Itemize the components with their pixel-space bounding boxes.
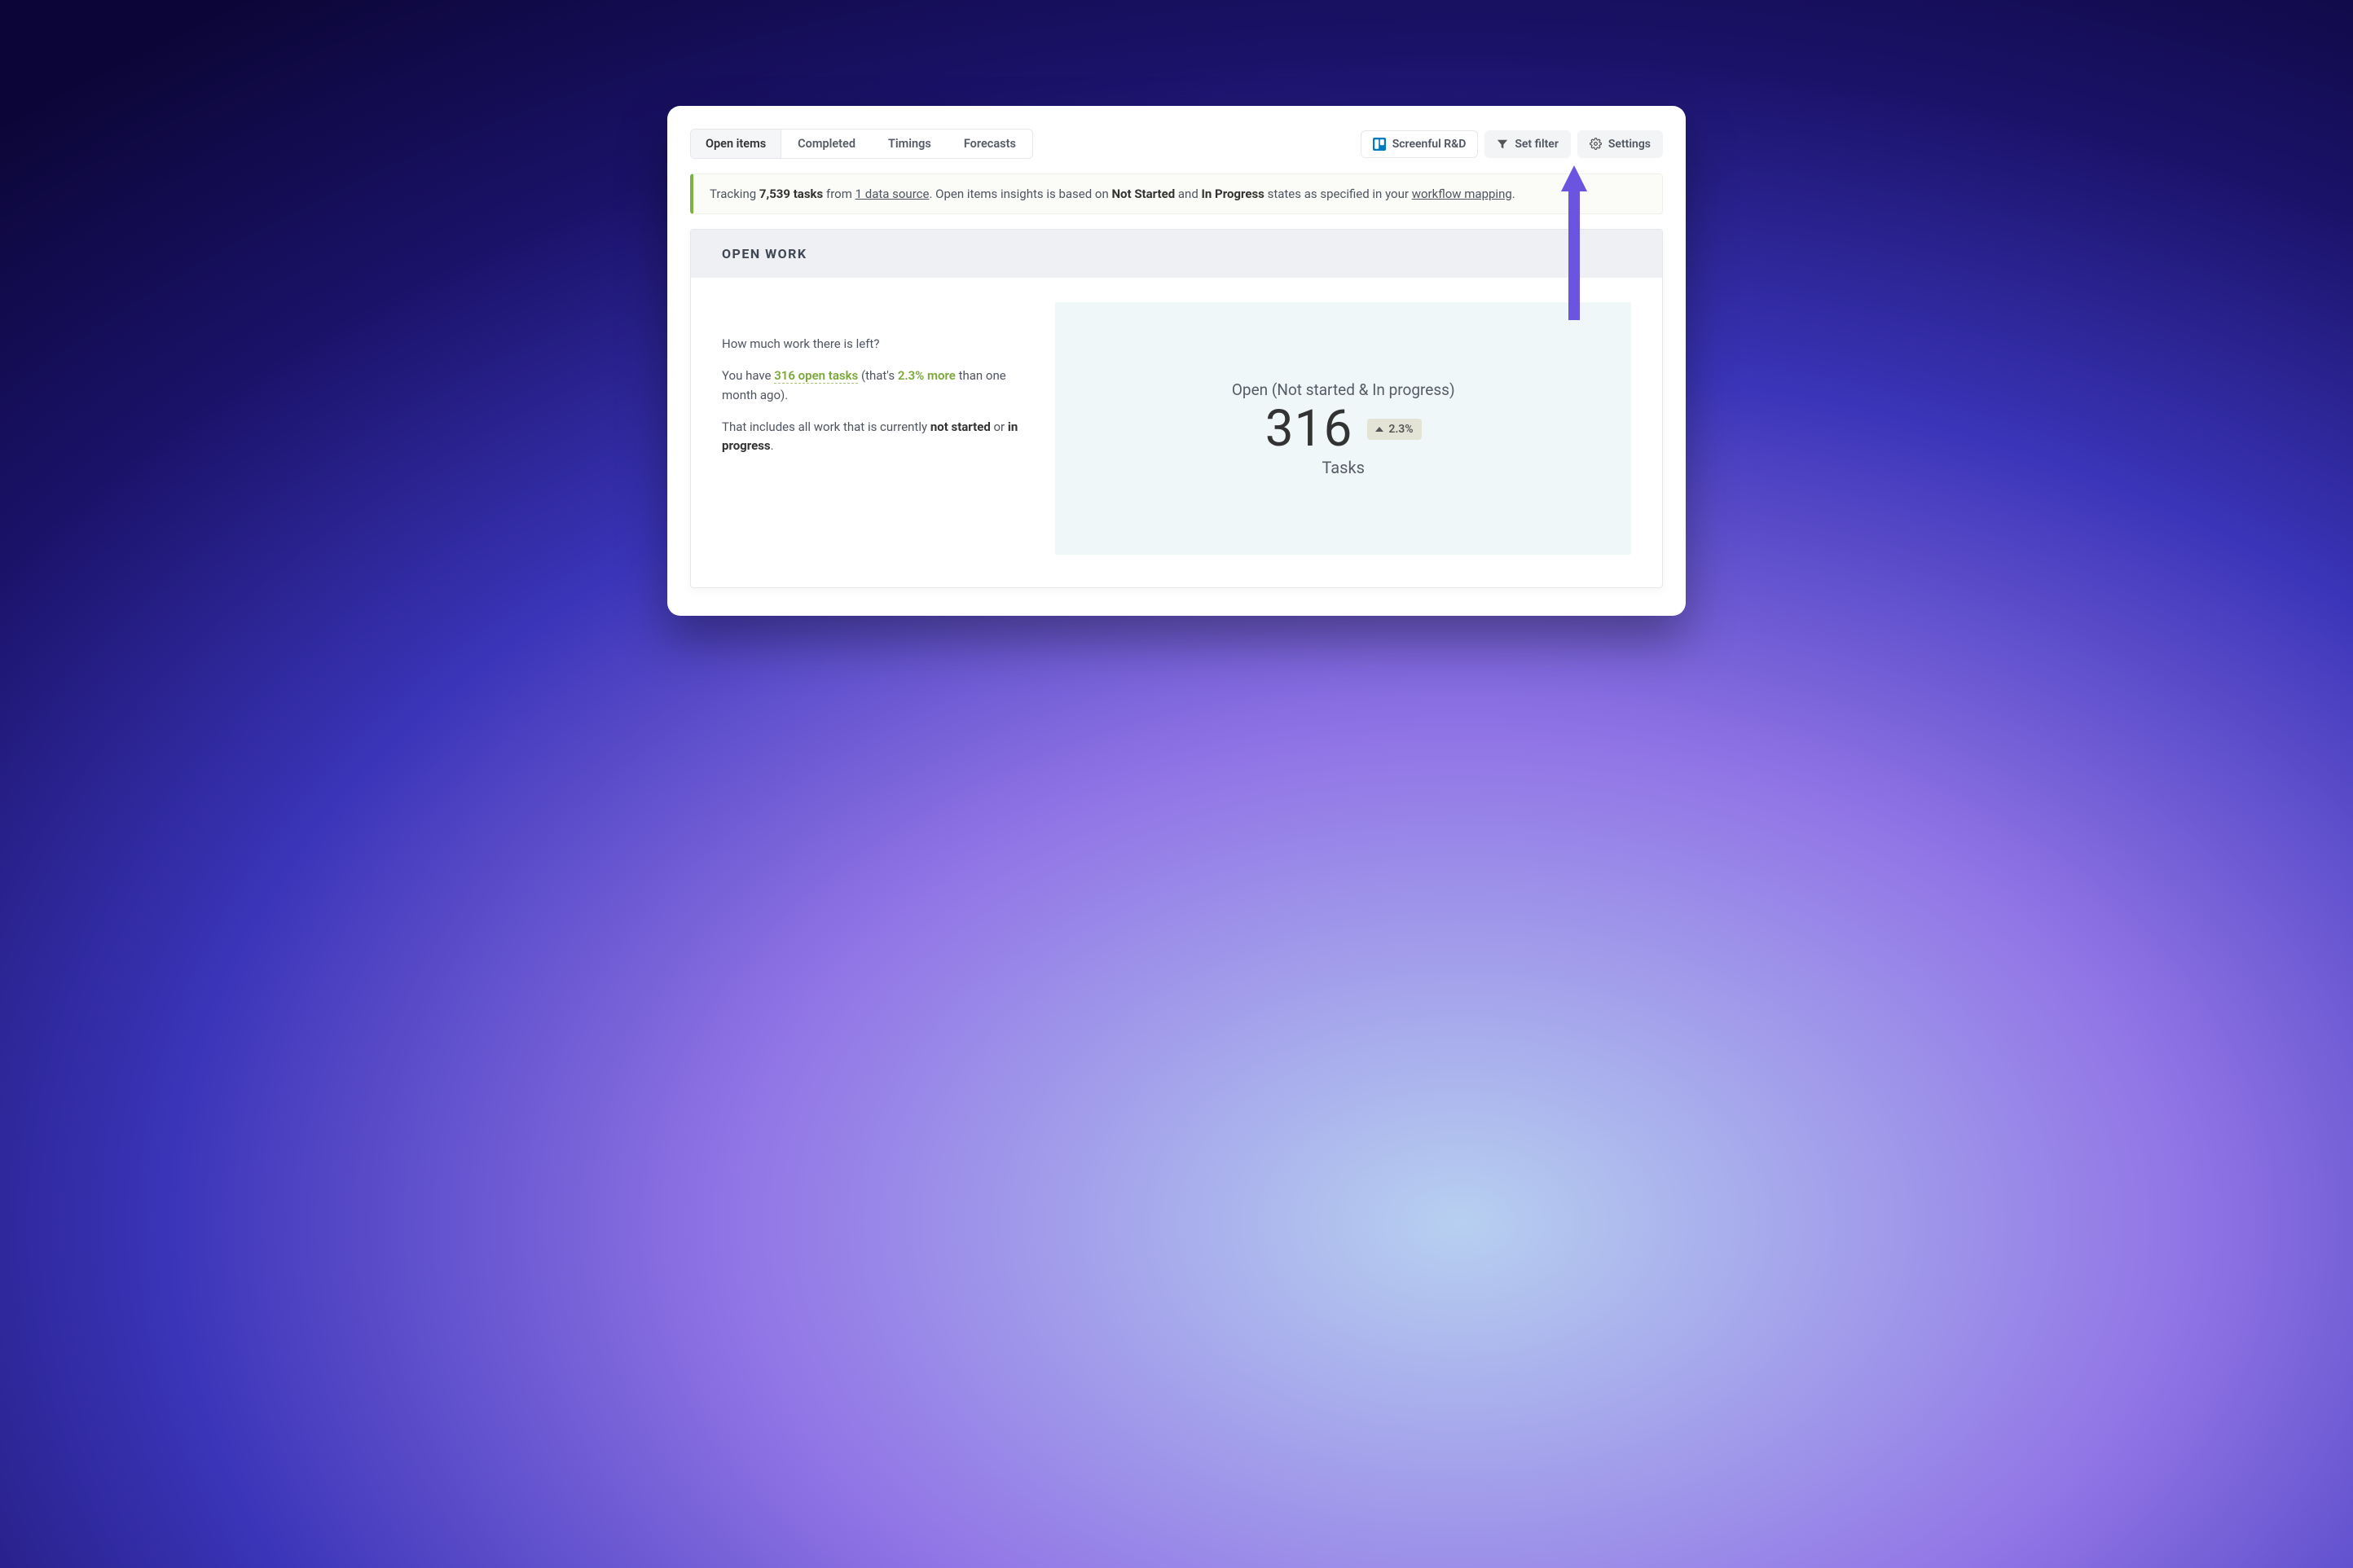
data-source-link[interactable]: 1 data source (855, 187, 930, 201)
tab-timings[interactable]: Timings (872, 130, 948, 158)
banner-mid3: and (1175, 187, 1201, 201)
open-work-card: OPEN WORK How much work there is left? Y… (690, 229, 1663, 588)
metric-unit: Tasks (1322, 458, 1365, 477)
tabs: Open items Completed Timings Forecasts (690, 129, 1033, 159)
settings-button[interactable]: Settings (1577, 130, 1663, 158)
caret-up-icon (1375, 427, 1383, 432)
metric-value: 316 (1265, 404, 1353, 455)
gear-icon (1590, 138, 1602, 150)
banner-pre: Tracking (710, 187, 759, 201)
main-panel: Open items Completed Timings Forecasts S… (667, 106, 1686, 616)
desc-line-3: That includes all work that is currently… (722, 418, 1031, 456)
p2a: You have (722, 368, 774, 383)
set-filter-label: Set filter (1515, 138, 1559, 151)
banner-text: Tracking 7,539 tasks from 1 data source.… (710, 187, 1515, 201)
filter-icon (1497, 138, 1508, 150)
banner-state2: In Progress (1202, 187, 1264, 201)
banner-state1: Not Started (1111, 187, 1175, 201)
p3b: not started (930, 419, 991, 434)
card-title: OPEN WORK (691, 230, 1662, 278)
banner-mid2: . Open items insights is based on (929, 187, 1111, 201)
set-filter-button[interactable]: Set filter (1484, 130, 1571, 158)
banner-mid4: states as specified in your (1264, 187, 1412, 201)
data-source-button[interactable]: Screenful R&D (1361, 130, 1479, 158)
open-tasks-link[interactable]: 316 open tasks (774, 368, 858, 384)
desc-line-1: How much work there is left? (722, 335, 1031, 354)
card-description: How much work there is left? You have 31… (722, 302, 1031, 555)
card-body: How much work there is left? You have 31… (691, 278, 1662, 587)
p3c: or (991, 419, 1008, 434)
trello-icon (1373, 138, 1386, 151)
settings-label: Settings (1608, 138, 1651, 151)
topbar: Open items Completed Timings Forecasts S… (690, 129, 1663, 159)
delta-pct-text: 2.3% more (898, 368, 956, 383)
metric-panel: Open (Not started & In progress) 316 2.3… (1055, 302, 1631, 555)
data-source-label: Screenful R&D (1392, 138, 1467, 151)
info-banner: Tracking 7,539 tasks from 1 data source.… (690, 173, 1663, 214)
tab-open-items[interactable]: Open items (691, 130, 781, 158)
p2b: (that's (858, 368, 898, 383)
banner-count: 7,539 tasks (759, 187, 823, 201)
tab-forecasts[interactable]: Forecasts (948, 130, 1032, 158)
banner-mid1: from (823, 187, 855, 201)
delta-value: 2.3% (1388, 423, 1413, 436)
p3e: . (771, 438, 774, 453)
p3a: That includes all work that is currently (722, 419, 930, 434)
metric-title: Open (Not started & In progress) (1232, 380, 1455, 399)
toolbar: Screenful R&D Set filter Settings (1361, 130, 1663, 158)
metric-row: 316 2.3% (1265, 404, 1422, 455)
tab-completed[interactable]: Completed (781, 130, 872, 158)
delta-badge: 2.3% (1367, 419, 1421, 440)
workflow-mapping-link[interactable]: workflow mapping (1412, 187, 1512, 201)
banner-end: . (1512, 187, 1515, 201)
desc-line-2: You have 316 open tasks (that's 2.3% mor… (722, 367, 1031, 405)
